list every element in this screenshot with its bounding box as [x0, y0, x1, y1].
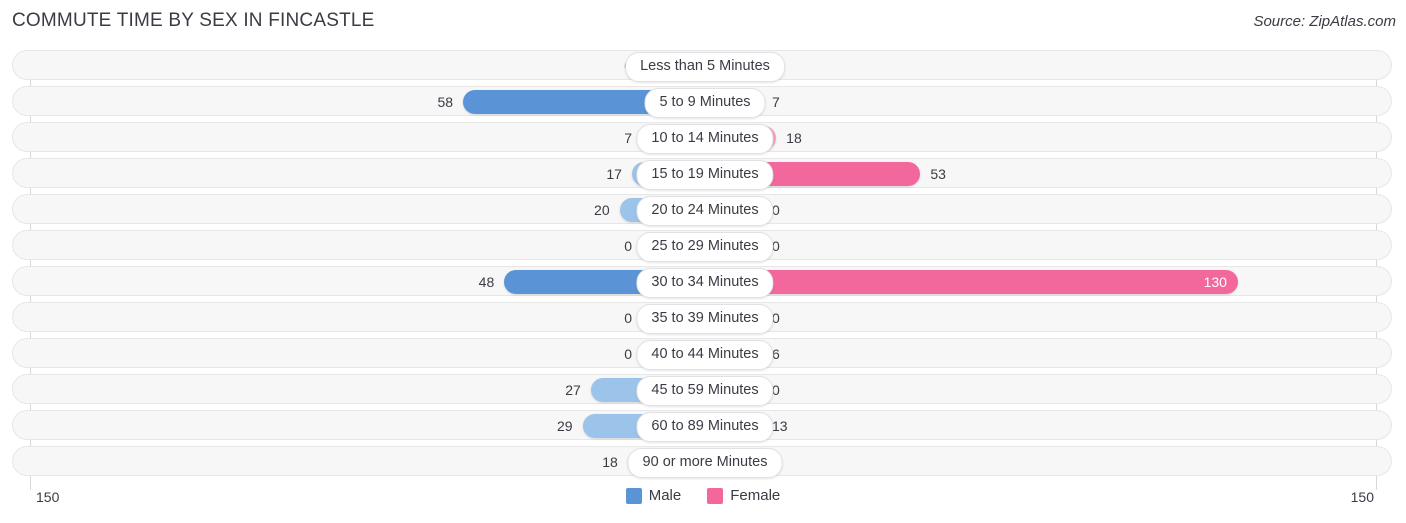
row-inner: 0 0 25 to 29 Minutes — [13, 231, 1391, 262]
row-inner: 58 7 5 to 9 Minutes — [13, 87, 1391, 118]
row-inner: 27 0 45 to 59 Minutes — [13, 375, 1391, 406]
table-row[interactable]: 48 130 30 to 34 Minutes — [12, 266, 1392, 298]
value-female: 53 — [930, 166, 946, 182]
category-label: 25 to 29 Minutes — [636, 232, 774, 262]
category-label: 60 to 89 Minutes — [636, 412, 774, 442]
table-row[interactable]: 58 7 5 to 9 Minutes — [12, 86, 1392, 118]
table-row[interactable]: 0 0 25 to 29 Minutes — [12, 230, 1392, 262]
row-inner: 0 6 40 to 44 Minutes — [13, 339, 1391, 370]
value-male: 0 — [624, 238, 632, 254]
category-label: 35 to 39 Minutes — [636, 304, 774, 334]
bar-female[interactable] — [702, 270, 1238, 294]
value-female: 130 — [1203, 274, 1227, 290]
value-male: 17 — [606, 166, 622, 182]
value-male: 0 — [624, 346, 632, 362]
category-label: 90 or more Minutes — [627, 448, 783, 478]
row-inner: 20 0 20 to 24 Minutes — [13, 195, 1391, 226]
table-row[interactable]: 17 53 15 to 19 Minutes — [12, 158, 1392, 190]
row-inner: 48 130 30 to 34 Minutes — [13, 267, 1391, 298]
category-label: 45 to 59 Minutes — [636, 376, 774, 406]
value-male: 27 — [565, 382, 581, 398]
chart-legend: Male Female — [0, 487, 1406, 504]
plot-area: 00Less than 5 Minutes5875 to 9 Minutes71… — [0, 50, 1406, 490]
value-male: 29 — [556, 418, 573, 434]
legend-item-female[interactable]: Female — [707, 487, 780, 504]
table-row[interactable]: 27 0 45 to 59 Minutes — [12, 374, 1392, 406]
table-row[interactable]: 0 0 35 to 39 Minutes — [12, 302, 1392, 334]
row-inner: 7 18 10 to 14 Minutes — [13, 123, 1391, 154]
row-inner: 18090 or more Minutes — [13, 447, 1391, 478]
value-female: 13 — [772, 418, 788, 434]
value-male: 20 — [594, 202, 610, 218]
category-label: 30 to 34 Minutes — [636, 268, 774, 298]
value-male: 48 — [478, 274, 495, 290]
category-label: 20 to 24 Minutes — [636, 196, 774, 226]
table-row[interactable]: 20 0 20 to 24 Minutes — [12, 194, 1392, 226]
category-label: 10 to 14 Minutes — [636, 124, 774, 154]
category-label: 15 to 19 Minutes — [636, 160, 774, 190]
row-inner: 29 13 60 to 89 Minutes — [13, 411, 1391, 442]
category-label: 5 to 9 Minutes — [644, 88, 766, 118]
category-label: 40 to 44 Minutes — [636, 340, 774, 370]
source-attribution: Source: ZipAtlas.com — [1253, 13, 1396, 30]
legend-swatch-icon — [625, 487, 642, 504]
table-row[interactable]: 29 13 60 to 89 Minutes — [12, 410, 1392, 442]
value-male: 7 — [624, 130, 632, 146]
table-row[interactable]: 7 18 10 to 14 Minutes — [12, 122, 1392, 154]
row-inner: 0 0 35 to 39 Minutes — [13, 303, 1391, 334]
row-inner: 17 53 15 to 19 Minutes — [13, 159, 1391, 190]
value-female: 18 — [786, 130, 802, 146]
legend-item-male[interactable]: Male — [625, 487, 682, 504]
table-row[interactable]: 18090 or more Minutes — [12, 446, 1392, 478]
legend-swatch-icon — [707, 487, 724, 504]
row-inner: 00Less than 5 Minutes — [13, 51, 1391, 82]
legend-label: Male — [648, 487, 682, 504]
category-label: Less than 5 Minutes — [625, 52, 785, 82]
value-male: 18 — [602, 454, 618, 470]
value-male: 0 — [624, 310, 632, 326]
table-row[interactable]: 0 6 40 to 44 Minutes — [12, 338, 1392, 370]
page-title: COMMUTE TIME BY SEX IN FINCASTLE — [12, 10, 375, 31]
commute-time-chart: COMMUTE TIME BY SEX IN FINCASTLE Source:… — [0, 0, 1406, 523]
value-male: 58 — [437, 94, 454, 110]
table-row[interactable]: 00Less than 5 Minutes — [12, 50, 1392, 82]
legend-label: Female — [730, 487, 781, 504]
value-female: 7 — [772, 94, 780, 110]
